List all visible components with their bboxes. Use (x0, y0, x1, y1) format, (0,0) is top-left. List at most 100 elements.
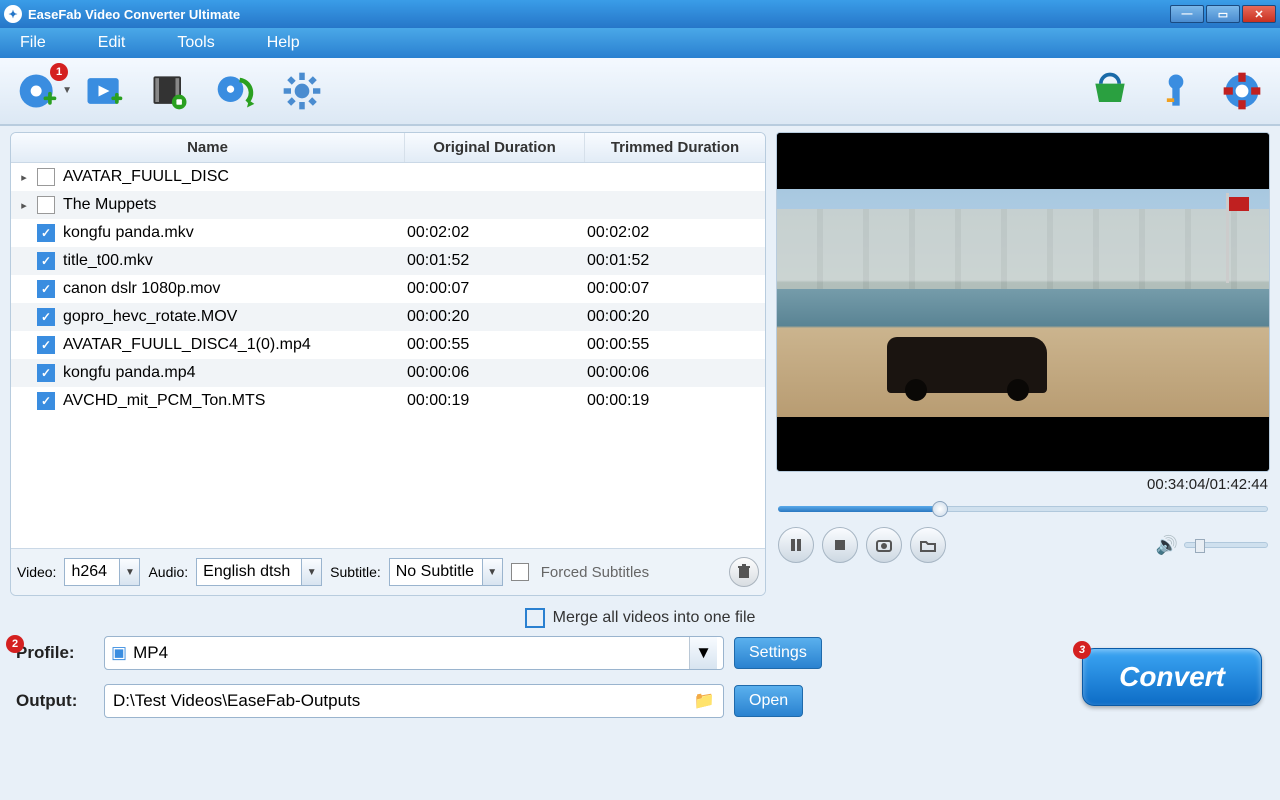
merge-checkbox[interactable] (525, 608, 545, 628)
pause-button[interactable] (778, 527, 814, 563)
badge-2: 2 (6, 635, 24, 653)
toolbar: 1 ▼ (0, 58, 1280, 126)
menu-help[interactable]: Help (261, 32, 306, 54)
audio-combo[interactable]: English dtsh▼ (196, 558, 322, 586)
audio-label: Audio: (148, 564, 188, 580)
merge-row: Merge all videos into one file (0, 600, 1280, 634)
table-row[interactable]: ▸ The Muppets (11, 191, 765, 219)
file-name: AVATAR_FUULL_DISC (61, 168, 399, 186)
snapshot-button[interactable] (866, 527, 902, 563)
trimmed-duration: 00:00:07 (579, 280, 759, 298)
forced-subtitles-checkbox[interactable] (511, 563, 529, 581)
seek-slider[interactable] (778, 501, 1268, 515)
badge-3: 3 (1073, 641, 1091, 659)
open-output-button[interactable]: Open (734, 685, 803, 717)
help-button[interactable] (1218, 67, 1266, 115)
merge-label: Merge all videos into one file (553, 609, 756, 627)
file-list-panel: Name Original Duration Trimmed Duration … (10, 132, 766, 596)
row-checkbox[interactable]: ✓ (37, 252, 55, 270)
trimmed-duration: 00:00:20 (579, 308, 759, 326)
row-checkbox[interactable] (37, 196, 55, 214)
trimmed-duration: 00:00:55 (579, 336, 759, 354)
close-button[interactable]: ✕ (1242, 5, 1276, 23)
stop-button[interactable] (822, 527, 858, 563)
video-combo[interactable]: h264▼ (64, 558, 140, 586)
table-row[interactable]: ✓canon dslr 1080p.mov00:00:0700:00:07 (11, 275, 765, 303)
chevron-down-icon: ▼ (689, 637, 717, 669)
menu-edit[interactable]: Edit (92, 32, 132, 54)
row-checkbox[interactable]: ✓ (37, 336, 55, 354)
row-checkbox[interactable]: ✓ (37, 224, 55, 242)
menu-tools[interactable]: Tools (171, 32, 220, 54)
trimmed-duration: 00:00:06 (579, 364, 759, 382)
menubar: File Edit Tools Help (0, 28, 1280, 58)
table-row[interactable]: ✓kongfu panda.mkv00:02:0200:02:02 (11, 219, 765, 247)
col-original-duration[interactable]: Original Duration (405, 133, 585, 162)
row-checkbox[interactable]: ✓ (37, 308, 55, 326)
original-duration: 00:00:19 (399, 392, 579, 410)
subtitle-combo[interactable]: No Subtitle▼ (389, 558, 503, 586)
row-checkbox[interactable] (37, 168, 55, 186)
col-trimmed-duration[interactable]: Trimmed Duration (585, 133, 765, 162)
expand-icon[interactable]: ▸ (17, 171, 31, 184)
output-path-field[interactable]: D:\Test Videos\EaseFab-Outputs 📁 (104, 684, 724, 718)
table-row[interactable]: ✓kongfu panda.mp400:00:0600:00:06 (11, 359, 765, 387)
profile-label: 2Profile: (16, 643, 94, 663)
settings-profile-button[interactable]: Settings (734, 637, 822, 669)
file-list[interactable]: ▸ AVATAR_FUULL_DISC ▸ The Muppets ✓kongfu pa… (11, 163, 765, 548)
original-duration: 00:00:07 (399, 280, 579, 298)
table-row[interactable]: ✓title_t00.mkv00:01:5200:01:52 (11, 247, 765, 275)
volume-slider[interactable] (1184, 542, 1268, 548)
original-duration: 00:00:06 (399, 364, 579, 382)
titlebar: ✦ EaseFab Video Converter Ultimate — ▭ ✕ (0, 0, 1280, 28)
col-name[interactable]: Name (11, 133, 405, 162)
window-title: EaseFab Video Converter Ultimate (28, 7, 240, 22)
trimmed-duration: 00:01:52 (579, 252, 759, 270)
row-checkbox[interactable]: ✓ (37, 280, 55, 298)
badge-1: 1 (50, 63, 68, 81)
table-row[interactable]: ✓AVATAR_FUULL_DISC4_1(0).mp400:00:5500:0… (11, 331, 765, 359)
video-label: Video: (17, 564, 56, 580)
file-name: The Muppets (61, 196, 399, 214)
convert-disc-button[interactable] (212, 67, 260, 115)
original-duration: 00:02:02 (399, 224, 579, 242)
original-duration: 00:00:20 (399, 308, 579, 326)
menu-file[interactable]: File (14, 32, 52, 54)
open-folder-button[interactable] (910, 527, 946, 563)
stream-selector-bar: Video: h264▼ Audio: English dtsh▼ Subtit… (11, 548, 765, 595)
file-name: canon dslr 1080p.mov (61, 280, 399, 298)
file-name: title_t00.mkv (61, 252, 399, 270)
file-list-header: Name Original Duration Trimmed Duration (11, 133, 765, 163)
table-row[interactable]: ✓AVCHD_mit_PCM_Ton.MTS00:00:1900:00:19 (11, 387, 765, 415)
purchase-button[interactable] (1086, 67, 1134, 115)
output-path-value: D:\Test Videos\EaseFab-Outputs (113, 691, 360, 711)
original-duration: 00:00:55 (399, 336, 579, 354)
edit-video-button[interactable] (146, 67, 194, 115)
volume-icon[interactable]: 🔊 (1156, 535, 1178, 556)
file-name: AVCHD_mit_PCM_Ton.MTS (61, 392, 399, 410)
subtitle-label: Subtitle: (330, 564, 381, 580)
preview-panel: 00:34:04/01:42:44 🔊 (776, 132, 1270, 596)
output-label: Output: (16, 691, 94, 711)
dropdown-arrow-icon[interactable]: ▼ (62, 85, 72, 96)
row-checkbox[interactable]: ✓ (37, 364, 55, 382)
folder-icon[interactable]: 📁 (694, 691, 715, 711)
preview-video[interactable] (776, 132, 1270, 472)
minimize-button[interactable]: — (1170, 5, 1204, 23)
maximize-button[interactable]: ▭ (1206, 5, 1240, 23)
convert-button[interactable]: 3 Convert (1082, 648, 1262, 706)
add-video-button[interactable] (80, 67, 128, 115)
profile-combo[interactable]: ▣ MP4 ▼ (104, 636, 724, 670)
register-button[interactable] (1152, 67, 1200, 115)
chevron-down-icon: ▼ (119, 559, 139, 585)
file-name: AVATAR_FUULL_DISC4_1(0).mp4 (61, 336, 399, 354)
add-disc-button[interactable]: 1 ▼ (14, 67, 62, 115)
row-checkbox[interactable]: ✓ (37, 392, 55, 410)
delete-button[interactable] (729, 557, 759, 587)
table-row[interactable]: ✓gopro_hevc_rotate.MOV00:00:2000:00:20 (11, 303, 765, 331)
expand-icon[interactable]: ▸ (17, 199, 31, 212)
chevron-down-icon: ▼ (482, 559, 502, 585)
table-row[interactable]: ▸ AVATAR_FUULL_DISC (11, 163, 765, 191)
settings-button[interactable] (278, 67, 326, 115)
file-name: gopro_hevc_rotate.MOV (61, 308, 399, 326)
